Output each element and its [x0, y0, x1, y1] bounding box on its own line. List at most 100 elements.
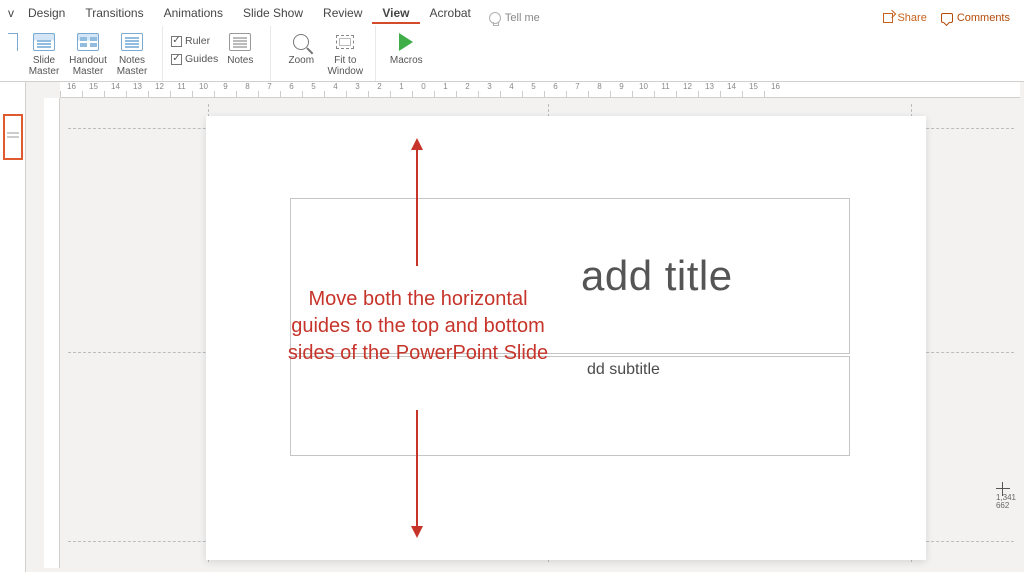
vertical-ruler[interactable]: [44, 98, 60, 568]
zoom-button[interactable]: Zoom: [279, 29, 323, 79]
ruler-tick: 16: [60, 91, 82, 97]
ruler-tick-label: 10: [199, 82, 208, 91]
ruler-tick: 15: [742, 91, 764, 97]
ruler-tick-label: 11: [177, 82, 185, 91]
ruler-tick: 14: [104, 91, 126, 97]
ruler-tick-label: 4: [333, 82, 337, 91]
ruler-tick: 1: [434, 91, 456, 97]
guides-label: Guides: [185, 53, 218, 65]
ruler-checkbox[interactable]: ✓ Ruler: [171, 35, 218, 47]
zoom-label: Zoom: [289, 55, 315, 66]
ruler-tick-label: 5: [531, 82, 535, 91]
ruler-tick-label: 6: [553, 82, 557, 91]
macros-icon: [394, 31, 418, 53]
workspace: 1615141312111098765432101234567891011121…: [0, 82, 1024, 572]
ruler-tick: 2: [368, 91, 390, 97]
ruler-tick: 2: [456, 91, 478, 97]
fit-window-label: Fit to Window: [327, 55, 363, 77]
cursor-position-readout: 1,341 662: [996, 482, 1016, 510]
tab-design[interactable]: Design: [18, 2, 75, 24]
comment-icon: [941, 13, 953, 23]
cursor-y: 662: [996, 502, 1009, 510]
tell-me-search[interactable]: Tell me: [481, 12, 548, 24]
handout-master-label: Handout Master: [69, 55, 107, 77]
lightbulb-icon: [489, 12, 501, 24]
ruler-tick-label: 15: [749, 82, 758, 91]
annotation-text: Move both the horizontal guides to the t…: [278, 286, 558, 367]
ruler-tick: 16: [764, 91, 786, 97]
ruler-tick-label: 2: [465, 82, 469, 91]
tab-review[interactable]: Review: [313, 2, 372, 24]
notes-button[interactable]: Notes: [218, 29, 262, 79]
tell-me-label: Tell me: [505, 12, 540, 24]
ruler-tick: 4: [324, 91, 346, 97]
macros-button[interactable]: Macros: [384, 29, 428, 79]
macros-label: Macros: [390, 55, 423, 66]
ruler-tick-label: 13: [705, 82, 714, 91]
slide-master-button[interactable]: Slide Master: [22, 29, 66, 79]
ruler-tick-label: 12: [683, 82, 692, 91]
zoom-icon: [289, 31, 313, 53]
menu-tabbar: v Design Transitions Animations Slide Sh…: [0, 0, 1024, 24]
comments-label: Comments: [957, 12, 1010, 24]
tab-animations[interactable]: Animations: [154, 2, 233, 24]
ribbon-group-master-views: x Slide Master Handout Master Notes Mast…: [4, 26, 163, 81]
notes-master-button[interactable]: Notes Master: [110, 29, 154, 79]
ruler-tick-label: 9: [223, 82, 227, 91]
ribbon-group-macros: Macros: [376, 26, 436, 81]
subtitle-placeholder[interactable]: dd subtitle: [290, 356, 850, 456]
slide-edit-area[interactable]: 1615141312111098765432101234567891011121…: [26, 82, 1024, 572]
ruler-tick: 7: [566, 91, 588, 97]
ruler-tick: 14: [720, 91, 742, 97]
ruler-label: Ruler: [185, 35, 210, 47]
tab-cutoff[interactable]: v: [8, 2, 18, 24]
handout-master-button[interactable]: Handout Master: [66, 29, 110, 79]
ruler-tick-label: 3: [355, 82, 359, 91]
slide-thumbnail-1[interactable]: [3, 114, 23, 160]
handout-master-icon: [76, 31, 100, 53]
ruler-tick: 0: [412, 91, 434, 97]
tab-view[interactable]: View: [372, 2, 419, 24]
ruler-tick-label: 0: [421, 82, 425, 91]
share-icon: [883, 13, 893, 23]
ruler-tick-label: 13: [133, 82, 142, 91]
ruler-tick-label: 14: [111, 82, 120, 91]
ruler-tick-label: 12: [155, 82, 164, 91]
tab-transitions[interactable]: Transitions: [75, 2, 153, 24]
tab-slideshow[interactable]: Slide Show: [233, 2, 313, 24]
notes-icon: [228, 31, 252, 53]
slide-master-icon: [32, 31, 56, 53]
ruler-tick-label: 6: [289, 82, 293, 91]
ruler-tick: 13: [126, 91, 148, 97]
ruler-tick: 6: [280, 91, 302, 97]
ruler-tick-label: 4: [509, 82, 513, 91]
share-button[interactable]: Share: [883, 12, 926, 24]
ruler-tick: 8: [236, 91, 258, 97]
ruler-tick-label: 8: [597, 82, 601, 91]
ruler-tick: 10: [192, 91, 214, 97]
horizontal-ruler[interactable]: 1615141312111098765432101234567891011121…: [60, 82, 1020, 98]
ruler-tick-label: 9: [619, 82, 623, 91]
crosshair-icon: [996, 482, 1010, 496]
ruler-tick-label: 7: [575, 82, 579, 91]
checkbox-checked-icon: ✓: [171, 36, 182, 47]
ruler-tick: 3: [478, 91, 500, 97]
checkbox-checked-icon: ✓: [171, 54, 182, 65]
slide-canvas-wrap: add title dd subtitle Move both the hori…: [68, 104, 1014, 562]
ruler-tick-label: 2: [377, 82, 381, 91]
guides-checkbox[interactable]: ✓ Guides: [171, 53, 218, 65]
slide-thumbnail-pane[interactable]: [0, 82, 26, 572]
ruler-tick-label: 10: [639, 82, 648, 91]
annotation-arrow-down: [416, 410, 418, 528]
ruler-tick: 8: [588, 91, 610, 97]
ruler-tick: 9: [610, 91, 632, 97]
ruler-tick: 11: [170, 91, 192, 97]
fit-window-button[interactable]: Fit to Window: [323, 29, 367, 79]
comments-button[interactable]: Comments: [941, 12, 1010, 24]
annotation-arrow-up: [416, 148, 418, 266]
ribbon-cutoff-button[interactable]: x: [4, 29, 22, 79]
ruler-tick-label: 16: [771, 82, 780, 91]
ruler-tick: 6: [544, 91, 566, 97]
ruler-tick: 1: [390, 91, 412, 97]
tab-acrobat[interactable]: Acrobat: [420, 2, 481, 24]
